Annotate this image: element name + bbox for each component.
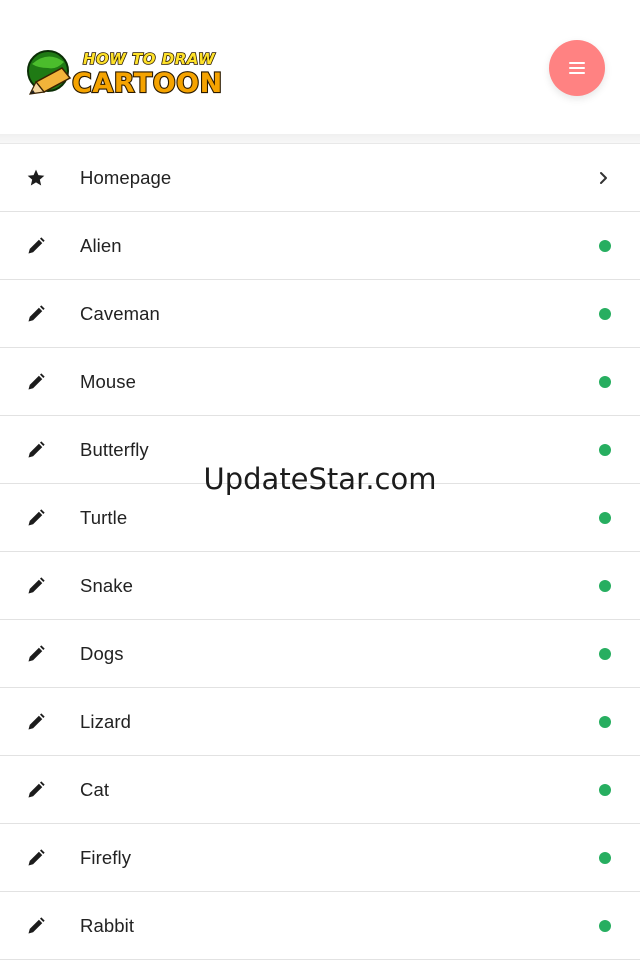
status-dot bbox=[599, 715, 611, 728]
pencil-icon bbox=[26, 304, 46, 324]
chevron-right-icon bbox=[600, 171, 607, 184]
nav-item-label: Caveman bbox=[80, 302, 160, 324]
status-dot bbox=[599, 647, 611, 660]
nav-item-label: Alien bbox=[80, 234, 122, 256]
status-dot bbox=[599, 375, 611, 388]
nav-item-label: Dogs bbox=[80, 642, 124, 664]
nav-item-firefly[interactable]: Firefly bbox=[0, 824, 640, 892]
nav-item-label: Cat bbox=[80, 778, 110, 800]
pencil-icon bbox=[26, 848, 46, 868]
nav-item-alien[interactable]: Alien bbox=[0, 212, 640, 280]
pencil-icon bbox=[26, 916, 46, 936]
status-dot bbox=[599, 307, 611, 320]
nav-item-lizard[interactable]: Lizard bbox=[0, 688, 640, 756]
pencil-icon bbox=[26, 372, 46, 392]
nav-item-homepage[interactable]: Homepage bbox=[0, 144, 640, 212]
nav-item-label: Homepage bbox=[80, 166, 172, 188]
menu-button[interactable] bbox=[549, 40, 605, 96]
hamburger-menu-icon bbox=[569, 62, 585, 75]
green-pencil-globe-icon bbox=[27, 50, 72, 95]
status-dot bbox=[599, 239, 611, 252]
status-dot bbox=[599, 579, 611, 592]
nav-item-label: Butterfly bbox=[80, 438, 149, 460]
pencil-icon bbox=[26, 508, 46, 528]
pencil-icon bbox=[26, 644, 46, 664]
logo-line1: HOW TO DRAW bbox=[83, 50, 216, 68]
nav-item-label: Turtle bbox=[80, 506, 128, 528]
nav-item-butterfly[interactable]: Butterfly bbox=[0, 416, 640, 484]
site-logo[interactable]: HOW TO DRAW CARTOON bbox=[26, 44, 226, 98]
nav-item-snake[interactable]: Snake bbox=[0, 552, 640, 620]
nav-item-turtle[interactable]: Turtle bbox=[0, 484, 640, 552]
pencil-icon bbox=[26, 712, 46, 732]
nav-item-caveman[interactable]: Caveman bbox=[0, 280, 640, 348]
header-divider bbox=[0, 134, 640, 143]
nav-item-label: Firefly bbox=[80, 846, 132, 868]
pencil-icon bbox=[26, 576, 46, 596]
logo-line2: CARTOON bbox=[72, 68, 223, 98]
star-icon bbox=[26, 168, 46, 188]
nav-item-label: Rabbit bbox=[80, 914, 135, 936]
status-dot bbox=[599, 851, 611, 864]
nav-item-mouse[interactable]: Mouse bbox=[0, 348, 640, 416]
pencil-icon bbox=[26, 440, 46, 460]
status-dot bbox=[599, 443, 611, 456]
nav-item-cat[interactable]: Cat bbox=[0, 756, 640, 824]
status-dot bbox=[599, 783, 611, 796]
nav-menu: Homepage Alien Caveman Mouse Butterfly T… bbox=[0, 143, 640, 960]
nav-item-rabbit[interactable]: Rabbit bbox=[0, 892, 640, 960]
nav-item-label: Mouse bbox=[80, 370, 137, 392]
pencil-icon bbox=[26, 780, 46, 800]
nav-item-dogs[interactable]: Dogs bbox=[0, 620, 640, 688]
nav-item-label: Lizard bbox=[80, 710, 131, 732]
nav-item-label: Snake bbox=[80, 574, 133, 596]
pencil-icon bbox=[26, 236, 46, 256]
status-dot bbox=[599, 511, 611, 524]
status-dot bbox=[599, 919, 611, 932]
app-header: HOW TO DRAW CARTOON bbox=[0, 0, 640, 134]
